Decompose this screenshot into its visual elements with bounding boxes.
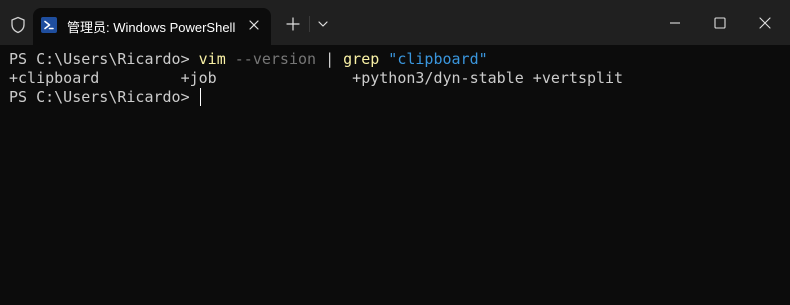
command-grep: grep [343,50,380,68]
text-cursor [199,88,201,106]
command-line: PS C:\Users\Ricardo> vim --version | gre… [9,50,488,69]
terminal-output[interactable]: PS C:\Users\Ricardo> vim --version | gre… [0,45,790,305]
argument-version: --version [225,50,317,68]
pipe-operator: | [316,50,344,68]
shield-icon[interactable] [9,16,27,34]
tab-powershell[interactable]: 管理员: Windows PowerShell [33,8,271,45]
command-vim: vim [198,50,226,68]
title-bar[interactable]: 管理员: Windows PowerShell [0,0,790,45]
scrollbar[interactable] [782,45,790,305]
minimize-icon[interactable] [664,12,686,34]
input-line[interactable]: PS C:\Users\Ricardo> [9,88,201,107]
plus-icon[interactable] [283,14,303,34]
tab-divider [309,16,310,32]
powershell-icon [41,17,57,33]
argument-clipboard: "clipboard" [379,50,488,68]
maximize-icon[interactable] [709,12,731,34]
prompt: PS C:\Users\Ricardo> [9,50,199,68]
tab-title: 管理员: Windows PowerShell [67,20,236,35]
prompt: PS C:\Users\Ricardo> [9,88,199,106]
close-icon[interactable] [245,16,263,34]
chevron-down-icon[interactable] [314,14,332,34]
close-window-icon[interactable] [754,12,776,34]
terminal-window: 管理员: Windows PowerShell PS C:\Users\Rica… [0,0,790,305]
output-line: +clipboard +job +python3/dyn-stable +ver… [9,69,624,87]
